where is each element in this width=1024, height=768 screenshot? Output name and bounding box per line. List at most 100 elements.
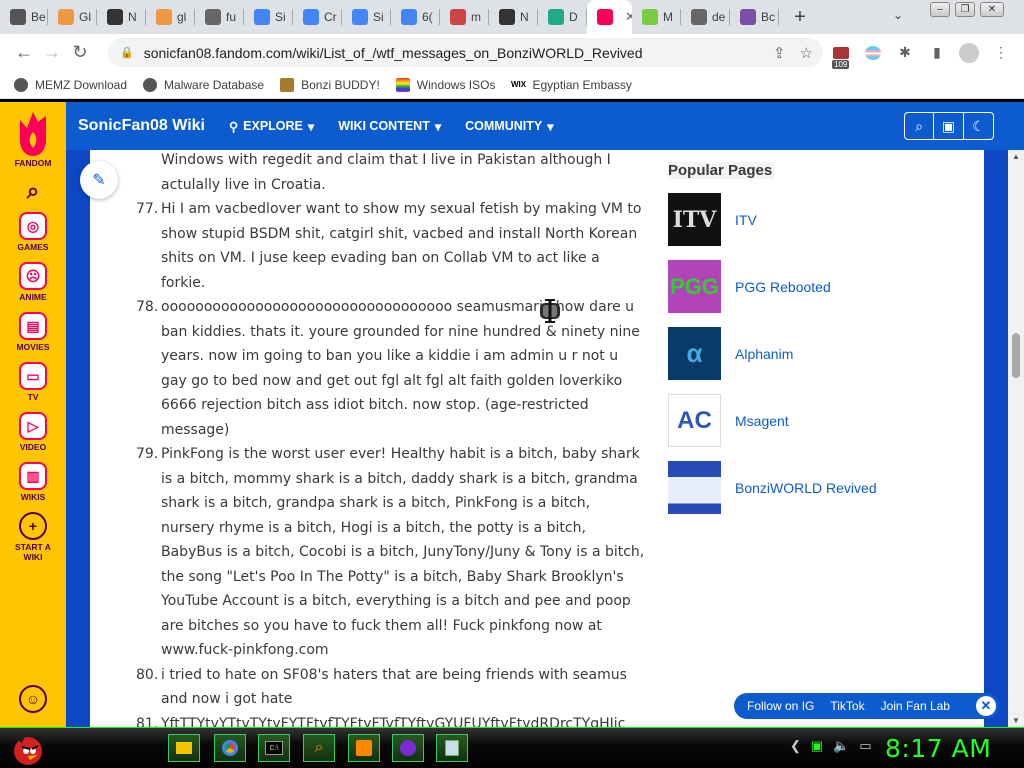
nav-wiki-content[interactable]: WIKI CONTENT ▾ (338, 119, 441, 134)
popular-page-thumbnail[interactable]: AC (668, 394, 721, 447)
browser-tab[interactable]: D (538, 0, 587, 34)
orange-app-icon[interactable] (348, 734, 380, 762)
start-button-angry-bird-icon[interactable] (6, 729, 46, 767)
browser-tab[interactable]: Cr (293, 0, 342, 34)
tab-title: Si (275, 10, 286, 24)
nav-community[interactable]: COMMUNITY ▾ (465, 119, 553, 134)
extensions-puzzle-icon[interactable]: ✱ (894, 42, 916, 64)
close-tab-icon[interactable]: ✕ (625, 9, 632, 25)
extension-flag-icon[interactable] (862, 42, 884, 64)
share-icon[interactable]: ⇪ (773, 44, 786, 62)
nav-label: COMMUNITY (465, 119, 543, 133)
restore-button[interactable]: ❐ (955, 2, 975, 17)
command-prompt-icon[interactable]: C:\ (258, 734, 290, 762)
tray-chevron-icon[interactable]: ❮ (790, 738, 801, 754)
lock-icon[interactable]: 🔒 (120, 46, 134, 59)
fan-bar-link[interactable]: Join Fan Lab (881, 699, 950, 713)
popular-page-item[interactable]: BonziWORLD Revived (668, 461, 968, 514)
bookmark-item[interactable]: Malware Database (143, 77, 264, 92)
browser-tab[interactable]: Be (0, 0, 48, 34)
fandom-flame-icon (20, 112, 46, 156)
wiki-name[interactable]: SonicFan08 Wiki (78, 117, 205, 135)
rail-search[interactable]: ⌕ (27, 178, 39, 204)
tab-search-chevron-icon[interactable]: ⌄ (893, 8, 903, 22)
fan-bar-link[interactable]: TikTok (830, 699, 864, 713)
popular-page-thumbnail[interactable]: α (668, 327, 721, 380)
forward-icon[interactable]: → (38, 39, 66, 67)
network-icon[interactable]: ▣ (811, 738, 823, 754)
browser-tab[interactable]: Bc (730, 0, 779, 34)
bookmark-star-icon[interactable]: ☆ (800, 44, 813, 62)
fandom-logo[interactable]: FANDOM (15, 110, 51, 168)
page-scrollbar[interactable]: ▲ ▼ (1008, 150, 1024, 727)
popular-page-link[interactable]: BonziWORLD Revived (735, 480, 877, 496)
browser-tab[interactable]: N (489, 0, 538, 34)
close-icon[interactable]: ✕ (976, 696, 996, 716)
edit-pencil-icon[interactable]: ✎ (80, 161, 118, 199)
popular-page-item[interactable]: ITV ITV (668, 193, 968, 246)
popular-page-thumbnail[interactable]: ITV (668, 193, 721, 246)
browser-tab[interactable]: Si (342, 0, 391, 34)
side-panel-icon[interactable]: ▮ (926, 42, 948, 64)
rail-item-label: VIDEO (19, 442, 47, 452)
rail-item-video[interactable]: ▷ VIDEO (11, 412, 55, 452)
browser-tab[interactable]: fu (195, 0, 244, 34)
system-tray: ❮ ▣ 🔈 ▭ (790, 738, 872, 754)
theme-moon-icon[interactable]: ☾ (964, 112, 994, 140)
back-icon[interactable]: ← (10, 39, 38, 67)
popular-page-thumbnail[interactable]: PGG (668, 260, 721, 313)
popular-page-link[interactable]: Alphanim (735, 346, 793, 362)
browser-tab[interactable]: M (632, 0, 681, 34)
file-explorer-icon[interactable] (168, 734, 200, 762)
profile-avatar-icon[interactable] (958, 42, 980, 64)
notepad-icon[interactable] (436, 734, 468, 762)
browser-tab[interactable]: 6( (391, 0, 440, 34)
close-window-button[interactable]: ✕ (980, 2, 1004, 17)
rail-item-start-a-wiki[interactable]: + START A WIKI (11, 512, 55, 562)
rail-item-wikis[interactable]: ▥ WIKIS (11, 462, 55, 502)
rail-user[interactable]: ☺ (19, 685, 47, 715)
nav-explore[interactable]: ⚲ EXPLORE ▾ (229, 119, 314, 134)
browser-tab[interactable]: Gl (48, 0, 97, 34)
menu-kebab-icon[interactable]: ⋮ (990, 42, 1012, 64)
rail-item-anime[interactable]: ☹ ANIME (11, 262, 55, 302)
popular-page-thumbnail[interactable] (668, 461, 721, 514)
rail-item-games[interactable]: ◎ GAMES (11, 212, 55, 252)
browser-tab[interactable]: ✕ (587, 0, 632, 34)
rail-item-tv[interactable]: ▭ TV (11, 362, 55, 402)
popular-page-link[interactable]: Msagent (735, 413, 789, 429)
browser-tab[interactable]: N (97, 0, 146, 34)
bookmark-item[interactable]: MEMZ Download (14, 77, 127, 92)
popular-page-link[interactable]: ITV (735, 212, 757, 228)
search-app-icon[interactable]: ⌕ (303, 734, 335, 762)
minimize-button[interactable]: – (930, 2, 950, 17)
scroll-up-icon[interactable]: ▲ (1012, 152, 1020, 161)
browser-tab[interactable]: gl (146, 0, 195, 34)
browser-tab[interactable]: de (681, 0, 730, 34)
bookmark-item[interactable]: Windows ISOs (395, 77, 495, 92)
rail-item-label: MOVIES (16, 342, 50, 352)
popular-page-item[interactable]: PGG PGG Rebooted (668, 260, 968, 313)
search-icon[interactable]: ⌕ (904, 112, 934, 140)
keyboard-icon[interactable]: ▭ (859, 738, 871, 754)
address-bar[interactable]: 🔒 sonicfan08.fandom.com/wiki/List_of_/wt… (108, 38, 823, 67)
browser-tab[interactable]: Si (244, 0, 293, 34)
popular-page-link[interactable]: PGG Rebooted (735, 279, 831, 295)
popular-page-item[interactable]: α Alphanim (668, 327, 968, 380)
chrome-icon[interactable] (214, 734, 246, 762)
extension-badge-icon[interactable]: 109 (830, 42, 852, 69)
taskbar-clock[interactable]: 8:17 AM (885, 734, 991, 763)
volume-icon[interactable]: 🔈 (833, 738, 849, 754)
reload-icon[interactable]: ↻ (66, 39, 94, 67)
bookmark-item[interactable]: Bonzi BUDDY! (280, 77, 380, 92)
scroll-down-icon[interactable]: ▼ (1012, 716, 1020, 725)
scroll-thumb[interactable] (1012, 333, 1020, 378)
popular-page-item[interactable]: AC Msagent (668, 394, 968, 447)
rail-item-movies[interactable]: ▤ MOVIES (11, 312, 55, 352)
new-tab-button[interactable]: + (785, 2, 815, 32)
bookmark-item[interactable]: WIX Egyptian Embassy (511, 78, 632, 92)
fan-bar-link[interactable]: Follow on IG (747, 699, 814, 713)
browser-tab[interactable]: m (440, 0, 489, 34)
media-player-icon[interactable] (392, 734, 424, 762)
discussions-icon[interactable]: ▣ (934, 112, 964, 140)
